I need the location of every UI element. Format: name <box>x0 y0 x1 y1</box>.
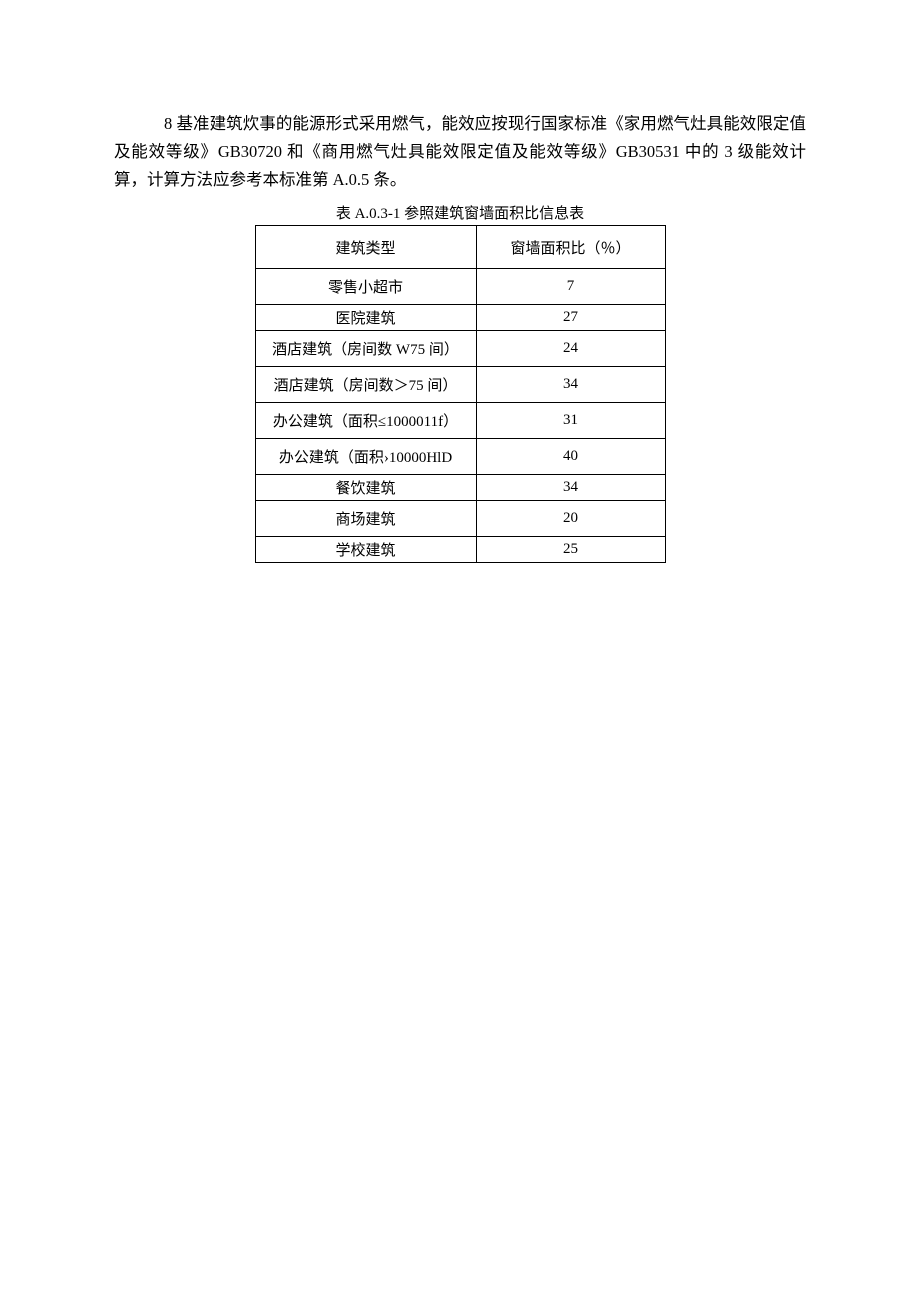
cell-ratio: 7 <box>476 269 665 305</box>
cell-type: 酒店建筑（房间数 W75 间） <box>255 331 476 367</box>
table-row: 办公建筑（面积›10000HlD40 <box>255 439 665 475</box>
cell-ratio: 24 <box>476 331 665 367</box>
cell-type: 办公建筑（面积≤1000011f） <box>255 403 476 439</box>
table-caption: 表 A.0.3-1 参照建筑窗墙面积比信息表 <box>114 202 806 223</box>
table-row: 酒店建筑（房间数 W75 间）24 <box>255 331 665 367</box>
cell-ratio: 40 <box>476 439 665 475</box>
cell-ratio: 31 <box>476 403 665 439</box>
table-row: 商场建筑20 <box>255 501 665 537</box>
header-ratio: 窗墙面积比（％） <box>476 226 665 269</box>
cell-type: 学校建筑 <box>255 537 476 563</box>
body-paragraph: 8 基准建筑炊事的能源形式采用燃气，能效应按现行国家标准《家用燃气灶具能效限定值… <box>114 110 806 194</box>
cell-type: 酒店建筑（房间数＞75 间） <box>255 367 476 403</box>
table-row: 餐饮建筑34 <box>255 475 665 501</box>
cell-ratio: 34 <box>476 475 665 501</box>
cell-ratio: 34 <box>476 367 665 403</box>
cell-ratio: 20 <box>476 501 665 537</box>
table-row: 办公建筑（面积≤1000011f）31 <box>255 403 665 439</box>
cell-ratio: 27 <box>476 305 665 331</box>
table-header-row: 建筑类型 窗墙面积比（％） <box>255 226 665 269</box>
cell-type: 商场建筑 <box>255 501 476 537</box>
cell-type: 办公建筑（面积›10000HlD <box>255 439 476 475</box>
table-row: 学校建筑25 <box>255 537 665 563</box>
table-row: 酒店建筑（房间数＞75 间）34 <box>255 367 665 403</box>
header-type: 建筑类型 <box>255 226 476 269</box>
paragraph-text: 8 基准建筑炊事的能源形式采用燃气，能效应按现行国家标准《家用燃气灶具能效限定值… <box>114 114 806 189</box>
cell-type: 零售小超市 <box>255 269 476 305</box>
cell-type: 医院建筑 <box>255 305 476 331</box>
ratio-table: 建筑类型 窗墙面积比（％） 零售小超市7医院建筑27酒店建筑（房间数 W75 间… <box>255 225 666 563</box>
table-row: 零售小超市7 <box>255 269 665 305</box>
cell-type: 餐饮建筑 <box>255 475 476 501</box>
cell-ratio: 25 <box>476 537 665 563</box>
table-row: 医院建筑27 <box>255 305 665 331</box>
